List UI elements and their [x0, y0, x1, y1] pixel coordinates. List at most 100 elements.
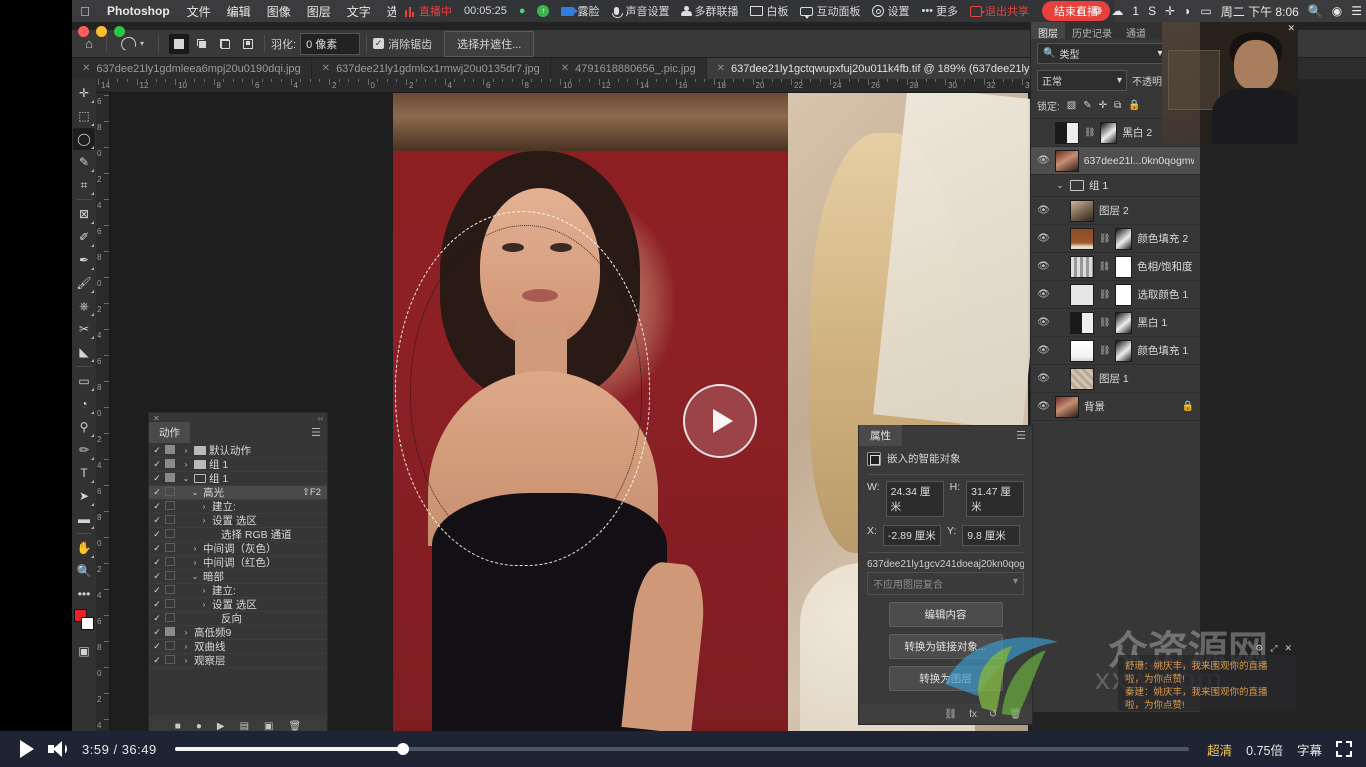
action-dialog-toggle[interactable]: [165, 445, 175, 456]
more-button[interactable]: ••• 更多: [916, 3, 963, 19]
webcam-preview[interactable]: ✕: [1162, 22, 1298, 144]
audio-settings-button[interactable]: 声音设置: [606, 3, 674, 19]
actions-panel[interactable]: ✕ ‹‹ 动作 ☰ ✓›默认动作✓›组 1✓⌄组 1✓⌄高光⇧F2✓›建立:✓›…: [148, 412, 328, 738]
tab-layers[interactable]: 图层: [1031, 22, 1065, 39]
feather-input[interactable]: 0 像素: [300, 33, 360, 55]
layer-comp-select[interactable]: 不应用图层复合 ▾: [867, 572, 1024, 595]
video-progress-bar[interactable]: [175, 747, 1189, 751]
screen-share-indicator[interactable]: ↑: [532, 5, 554, 17]
action-row[interactable]: ✓›中间调（灰色）: [149, 542, 327, 556]
volume-icon[interactable]: [48, 741, 68, 757]
menu-item-layer[interactable]: 图层: [299, 3, 339, 20]
layer-mask-thumbnail[interactable]: [1115, 284, 1132, 306]
airplay-icon[interactable]: ✛: [1165, 4, 1175, 18]
action-row[interactable]: ✓反向: [149, 612, 327, 626]
action-row[interactable]: ✓›设置 选区: [149, 514, 327, 528]
close-icon[interactable]: ✕: [1287, 23, 1295, 34]
panel-menu-icon[interactable]: ☰: [311, 426, 327, 439]
active-tool-preview[interactable]: ▾: [113, 37, 152, 51]
expand-twirl-icon[interactable]: ⌄: [190, 488, 200, 497]
layer-mask-thumbnail[interactable]: [1115, 312, 1132, 334]
action-enabled-checkbox[interactable]: ✓: [152, 599, 162, 610]
layer-row[interactable]: 👁背景🔒: [1031, 393, 1200, 421]
layer-visibility-icon[interactable]: 👁: [1037, 205, 1050, 216]
layer-thumbnail[interactable]: [1070, 368, 1094, 390]
playback-speed-button[interactable]: 0.75倍: [1246, 740, 1283, 759]
layer-mask-thumbnail[interactable]: [1115, 340, 1132, 362]
action-enabled-checkbox[interactable]: ✓: [152, 529, 162, 540]
action-enabled-checkbox[interactable]: ✓: [152, 627, 162, 638]
apple-icon[interactable]: : [72, 4, 98, 19]
action-dialog-toggle[interactable]: [165, 487, 175, 498]
crop-tool-icon[interactable]: ⌗: [73, 174, 95, 196]
layer-visibility-icon[interactable]: 👁: [1037, 261, 1050, 272]
path-selection-tool-icon[interactable]: ➤: [73, 485, 95, 507]
layer-thumbnail[interactable]: [1070, 228, 1094, 250]
quality-button[interactable]: 超清: [1207, 740, 1232, 759]
layer-mask-thumbnail[interactable]: [1115, 228, 1132, 250]
layer-visibility-icon[interactable]: 👁: [1037, 155, 1050, 166]
action-enabled-checkbox[interactable]: ✓: [152, 459, 162, 470]
layer-mask-thumbnail[interactable]: [1100, 122, 1117, 144]
action-enabled-checkbox[interactable]: ✓: [152, 613, 162, 624]
layer-thumbnail[interactable]: [1070, 200, 1094, 222]
action-enabled-checkbox[interactable]: ✓: [152, 445, 162, 456]
multi-group-button[interactable]: 多群联播: [676, 3, 743, 19]
hand-tool-icon[interactable]: ✋: [73, 537, 95, 559]
globe-icon[interactable]: ◉: [1332, 4, 1342, 18]
link-icon[interactable]: ⛓: [1099, 289, 1110, 300]
action-row[interactable]: ✓›组 1: [149, 458, 327, 472]
document-tab-1[interactable]: ✕ 637dee21ly1gdmleea6mpj20u0190dqi.jpg: [72, 58, 312, 79]
action-enabled-checkbox[interactable]: ✓: [152, 585, 162, 596]
link-icon[interactable]: ⛓: [1099, 317, 1110, 328]
expand-twirl-icon[interactable]: ›: [181, 628, 191, 637]
action-dialog-toggle[interactable]: [165, 459, 175, 470]
layer-row[interactable]: 👁⛓色相/饱和度 1: [1031, 253, 1200, 281]
lasso-tool-icon[interactable]: ◯: [73, 128, 95, 150]
layer-row[interactable]: 👁637dee21l...0kn0qogmw: [1031, 147, 1200, 175]
layer-row[interactable]: 👁图层 1: [1031, 365, 1200, 393]
tab-channels[interactable]: 通道: [1119, 22, 1153, 39]
layer-row[interactable]: 👁⛓黑白 1: [1031, 309, 1200, 337]
action-dialog-toggle[interactable]: [165, 627, 175, 638]
wifi-icon[interactable]: ◗: [1184, 4, 1191, 18]
action-row[interactable]: ✓选择 RGB 通道: [149, 528, 327, 542]
layers-list[interactable]: ⛓黑白 2👁637dee21l...0kn0qogmw⌄组 1👁图层 2👁⛓颜色…: [1031, 119, 1200, 421]
menu-item-edit[interactable]: 编辑: [219, 3, 259, 20]
layer-visibility-icon[interactable]: 👁: [1037, 345, 1050, 356]
link-icon[interactable]: ⛓: [1084, 127, 1095, 138]
minimize-icon[interactable]: ⤢: [1270, 643, 1277, 654]
x-input[interactable]: -2.89 厘米: [883, 525, 941, 546]
search-icon[interactable]: 🔍: [1308, 4, 1323, 18]
brush-tool-icon[interactable]: 🖌: [73, 272, 95, 294]
close-window-button[interactable]: [78, 26, 89, 37]
lock-image-icon[interactable]: ✎: [1083, 100, 1091, 111]
blur-tool-icon[interactable]: ◔: [73, 393, 95, 415]
group-expand-icon[interactable]: ⌄: [1055, 180, 1065, 191]
action-row[interactable]: ✓›高低频9: [149, 626, 327, 640]
tab-history[interactable]: 历史记录: [1065, 22, 1119, 39]
camera-toggle-button[interactable]: 露脸: [556, 3, 604, 19]
action-row[interactable]: ✓›设置 选区: [149, 598, 327, 612]
document-tab-2[interactable]: ✕ 637dee21ly1gdmlcx1rmwj20u0135dr7.jpg: [312, 58, 551, 79]
video-progress-handle[interactable]: [397, 743, 409, 755]
action-dialog-toggle[interactable]: [165, 515, 175, 526]
exit-share-button[interactable]: 退出共享: [965, 3, 1034, 19]
layer-row[interactable]: 👁图层 2: [1031, 197, 1200, 225]
link-icon[interactable]: ⛓: [1099, 233, 1110, 244]
background-color-swatch[interactable]: [81, 617, 94, 630]
action-row[interactable]: ✓⌄高光⇧F2: [149, 486, 327, 500]
close-icon[interactable]: ✕: [82, 63, 90, 74]
layer-thumbnail[interactable]: [1070, 256, 1094, 278]
action-dialog-toggle[interactable]: [165, 571, 175, 582]
layer-row[interactable]: 👁⛓颜色填充 1: [1031, 337, 1200, 365]
tools-panel[interactable]: ✛⬚◯✎⌗⊠✐✒🖌⎈✂◣▭◔⚲✏T➤▬✋🔍•••▣: [72, 79, 96, 731]
expand-twirl-icon[interactable]: ⌄: [181, 474, 191, 483]
document-tab-3[interactable]: ✕ 4791618880656_.pic.jpg: [551, 58, 707, 79]
action-dialog-toggle[interactable]: [165, 557, 175, 568]
actions-list[interactable]: ✓›默认动作✓›组 1✓⌄组 1✓⌄高光⇧F2✓›建立:✓›设置 选区✓选择 R…: [149, 442, 327, 668]
more-tools-icon[interactable]: •••: [73, 583, 95, 605]
quick-mask-icon[interactable]: ▣: [73, 640, 95, 662]
action-dialog-toggle[interactable]: [165, 529, 175, 540]
action-row[interactable]: ✓›建立:: [149, 584, 327, 598]
